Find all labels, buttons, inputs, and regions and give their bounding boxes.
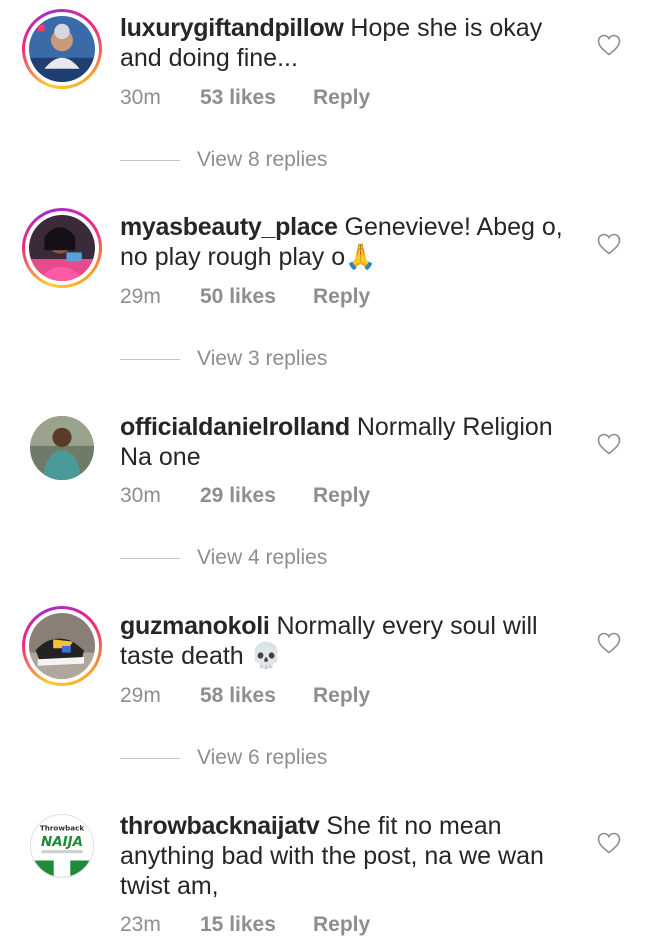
likes-count[interactable]: 15 likes	[200, 913, 313, 937]
likes-count[interactable]: 58 likes	[200, 684, 313, 708]
likes-count[interactable]: 29 likes	[200, 484, 313, 508]
comment-username[interactable]: myasbeauty_place	[120, 213, 338, 241]
avatar[interactable]	[22, 408, 102, 488]
view-replies-line	[120, 557, 180, 559]
comment-username[interactable]: throwbacknaijatv	[120, 812, 320, 840]
comment-timestamp: 29m	[120, 684, 161, 707]
avatar[interactable]	[22, 208, 102, 288]
comment-timestamp: 30m	[120, 86, 161, 109]
avatar[interactable]	[22, 606, 102, 686]
profile-photo	[29, 613, 95, 679]
view-replies-button[interactable]: View 6 replies	[120, 746, 327, 770]
reply-button[interactable]: Reply	[313, 684, 370, 708]
avatar[interactable]	[22, 9, 102, 89]
likes-count[interactable]: 53 likes	[200, 86, 313, 110]
view-replies-button[interactable]: View 3 replies	[120, 347, 327, 371]
view-replies-line	[120, 358, 180, 360]
view-replies-label: View 3 replies	[197, 347, 328, 370]
profile-photo	[30, 416, 94, 480]
view-replies-label: View 4 replies	[197, 546, 328, 569]
comment-username[interactable]: luxurygiftandpillow	[120, 14, 344, 42]
heart-outline-icon[interactable]	[597, 632, 621, 654]
view-replies-line	[120, 159, 180, 161]
heart-outline-icon[interactable]	[597, 34, 621, 56]
heart-outline-icon[interactable]	[597, 433, 621, 455]
comment-username[interactable]: officialdanielrolland	[120, 413, 350, 441]
profile-photo	[29, 16, 95, 82]
heart-outline-icon[interactable]	[597, 832, 621, 854]
view-replies-button[interactable]: View 4 replies	[120, 546, 327, 570]
view-replies-label: View 8 replies	[197, 148, 328, 171]
view-replies-line	[120, 757, 180, 759]
view-replies-label: View 6 replies	[197, 746, 328, 769]
comment-timestamp: 23m	[120, 913, 161, 936]
likes-count[interactable]: 50 likes	[200, 285, 313, 309]
logo-top-text: Throwback	[40, 824, 85, 833]
comment-timestamp: 30m	[120, 484, 161, 507]
heart-outline-icon[interactable]	[597, 233, 621, 255]
throwback-naija-logo: Throwback NAIJA	[31, 815, 93, 877]
reply-button[interactable]: Reply	[313, 484, 370, 508]
logo-main-text: NAIJA	[41, 835, 83, 850]
avatar[interactable]: Throwback NAIJA	[22, 806, 102, 886]
reply-button[interactable]: Reply	[313, 913, 370, 937]
reply-button[interactable]: Reply	[313, 86, 370, 110]
view-replies-button[interactable]: View 8 replies	[120, 148, 327, 172]
comment-timestamp: 29m	[120, 285, 161, 308]
reply-button[interactable]: Reply	[313, 285, 370, 309]
profile-photo	[29, 215, 95, 281]
comment-username[interactable]: guzmanokoli	[120, 612, 270, 640]
